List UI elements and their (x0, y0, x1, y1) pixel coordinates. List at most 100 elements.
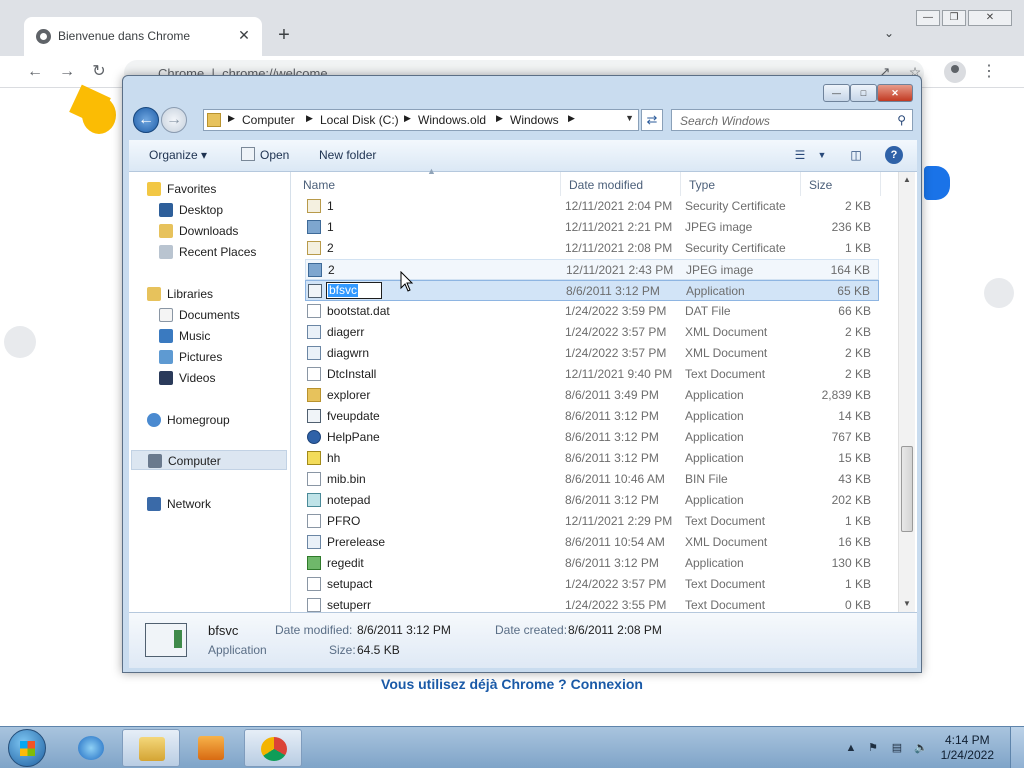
search-input[interactable]: Search Windows ⚲ (671, 109, 913, 131)
change-view-icon[interactable]: ☰ (791, 146, 809, 164)
videos-icon (159, 371, 173, 385)
breadcrumb-arrow-icon[interactable]: ▶ (496, 113, 503, 124)
new-folder-button[interactable]: New folder (319, 148, 376, 162)
breadcrumb-arrow-icon[interactable]: ▶ (228, 113, 235, 124)
minimize-icon[interactable]: — (823, 84, 850, 102)
file-row[interactable]: bootstat.dat 1/24/2022 3:59 PM DAT File 66 … (305, 301, 879, 322)
scroll-up-icon[interactable]: ▲ (899, 172, 915, 188)
nav-computer[interactable]: Computer (131, 450, 287, 470)
file-row[interactable]: diagwrn 1/24/2022 3:57 PM XML Document 2 KB (305, 343, 879, 364)
file-row[interactable]: 2 12/11/2021 2:08 PM Security Certificate 1… (305, 238, 879, 259)
forward-arrow-icon[interactable]: → (56, 62, 78, 82)
breadcrumb-windows[interactable]: Windows (510, 113, 559, 127)
file-row[interactable]: Prerelease 8/6/2011 10:54 AM XML Document 1… (305, 532, 879, 553)
file-name: fveupdate (327, 409, 380, 423)
file-row[interactable]: 1 12/11/2021 2:04 PM Security Certificate 2… (305, 196, 879, 217)
file-size: 0 KB (844, 598, 871, 612)
history-dropdown-icon[interactable]: ▼ (625, 113, 634, 123)
action-center-flag-icon[interactable]: ⚑ (866, 741, 880, 755)
maximize-icon[interactable]: □ (850, 84, 877, 102)
help-icon[interactable]: ? (885, 146, 903, 164)
file-row[interactable]: bfsvc 8/6/2011 3:12 PM Application 65 KB (305, 280, 879, 301)
file-row[interactable]: setupact 1/24/2022 3:57 PM Text Document 1 … (305, 574, 879, 595)
profile-avatar-icon[interactable] (944, 61, 966, 83)
nav-label: Computer (168, 454, 221, 468)
signin-link[interactable]: Vous utilisez déjà Chrome ? Connexion (0, 676, 1024, 692)
nav-label: Favorites (167, 182, 217, 196)
file-row[interactable]: fveupdate 8/6/2011 3:12 PM Application 14 K… (305, 406, 879, 427)
file-row[interactable]: diagerr 1/24/2022 3:57 PM XML Document 2 KB (305, 322, 879, 343)
start-button[interactable] (8, 729, 46, 767)
breadcrumb-arrow-icon[interactable]: ▶ (306, 113, 313, 124)
chrome-minimize-icon[interactable]: — (916, 10, 940, 26)
back-arrow-icon[interactable]: ← (24, 62, 46, 82)
file-row[interactable]: hh 8/6/2011 3:12 PM Application 15 KB (305, 448, 879, 469)
column-header-type[interactable]: Type (681, 172, 801, 196)
organize-button[interactable]: Organize ▾ (149, 148, 207, 162)
file-row[interactable]: HelpPane 8/6/2011 3:12 PM Application 767 K… (305, 427, 879, 448)
column-header-size[interactable]: Size (801, 172, 881, 196)
file-date: 12/11/2021 9:40 PM (565, 367, 673, 381)
taskbar-media-player[interactable] (182, 729, 240, 767)
file-row[interactable]: regedit 8/6/2011 3:12 PM Application 130 KB (305, 553, 879, 574)
file-name: notepad (327, 493, 371, 507)
view-dropdown-icon[interactable]: ▼ (813, 146, 831, 164)
new-tab-button[interactable]: + (273, 24, 295, 46)
search-placeholder: Search Windows (680, 114, 770, 128)
close-icon[interactable]: ✕ (877, 84, 913, 102)
img-file-icon (307, 220, 321, 234)
reg-file-icon (307, 556, 321, 570)
file-row[interactable]: notepad 8/6/2011 3:12 PM Application 202 KB (305, 490, 879, 511)
menu-dots-icon[interactable]: ⋮ (978, 62, 1000, 82)
file-date: 8/6/2011 3:12 PM (565, 556, 659, 570)
file-row[interactable]: 2 12/11/2021 2:43 PM JPEG image 164 KB (305, 259, 879, 280)
breadcrumb-arrow-icon[interactable]: ▶ (404, 113, 411, 124)
file-row[interactable]: DtcInstall 12/11/2021 9:40 PM Text Documen… (305, 364, 879, 385)
file-date: 8/6/2011 3:12 PM (565, 430, 659, 444)
clock[interactable]: 4:14 PM 1/24/2022 (941, 733, 994, 763)
breadcrumb-local-disk[interactable]: Local Disk (C:) (320, 113, 399, 127)
show-desktop-button[interactable] (1010, 727, 1024, 768)
chrome-restore-icon[interactable]: ❐ (942, 10, 966, 26)
explorer-window: — □ ✕ ← → ▶ Computer ▶ Local Disk (C:) ▶… (122, 75, 922, 673)
taskbar-explorer[interactable] (122, 729, 180, 767)
tab-search-chevron-icon[interactable]: ⌄ (884, 26, 904, 46)
forward-button[interactable]: → (161, 107, 187, 133)
scrollbar-thumb[interactable] (901, 446, 913, 532)
file-row[interactable]: PFRO 12/11/2021 2:29 PM Text Document 1 KB (305, 511, 879, 532)
preview-pane-icon[interactable]: ◫ (847, 146, 865, 164)
file-row[interactable]: 1 12/11/2021 2:21 PM JPEG image 236 KB (305, 217, 879, 238)
command-bar: Organize ▾ Open New folder ☰ ▼ ◫ ? (129, 140, 917, 172)
app-file-icon (308, 284, 322, 298)
breadcrumb-windows-old[interactable]: Windows.old (418, 113, 486, 127)
rename-input[interactable]: bfsvc (326, 282, 382, 299)
taskbar: ▲ ⚑ ▤ 🔈 4:14 PM 1/24/2022 (0, 726, 1024, 768)
explorer-title-buttons: — □ ✕ (823, 84, 913, 102)
taskbar-ie[interactable] (62, 729, 120, 767)
breadcrumb-arrow-icon[interactable]: ▶ (568, 113, 575, 124)
column-header-name[interactable]: ▲ Name (295, 166, 561, 196)
volume-icon[interactable]: 🔈 (914, 741, 928, 755)
file-row[interactable]: mib.bin 8/6/2011 10:46 AM BIN File 43 KB (305, 469, 879, 490)
refresh-icon[interactable]: ⇄ (641, 109, 663, 131)
column-header-date[interactable]: Date modified (561, 172, 681, 196)
column-header-label: Size (809, 178, 833, 192)
breadcrumb-computer[interactable]: Computer (242, 113, 295, 127)
open-button[interactable]: Open (260, 148, 289, 162)
taskbar-chrome[interactable] (244, 729, 302, 767)
file-size: 1 KB (844, 241, 871, 255)
tab-welcome[interactable]: Bienvenue dans Chrome ✕ (24, 17, 262, 56)
back-button[interactable]: ← (133, 107, 159, 133)
chrome-close-icon[interactable]: ✕ (968, 10, 1012, 26)
breadcrumb[interactable]: ▶ Computer ▶ Local Disk (C:) ▶ Windows.o… (203, 109, 639, 131)
show-hidden-icons-icon[interactable]: ▲ (844, 741, 858, 755)
vertical-scrollbar[interactable]: ▲ ▼ (898, 172, 915, 612)
scroll-down-icon[interactable]: ▼ (899, 596, 915, 612)
file-size: 2 KB (844, 367, 871, 381)
file-list: ▲ Name Date modified Type Size 1 12/11/20… (295, 166, 915, 612)
tab-close-icon[interactable]: ✕ (234, 25, 254, 45)
reload-icon[interactable]: ↻ (88, 62, 110, 82)
network-tray-icon[interactable]: ▤ (890, 741, 904, 755)
file-name: explorer (327, 388, 371, 402)
file-row[interactable]: explorer 8/6/2011 3:49 PM Application 2,839… (305, 385, 879, 406)
